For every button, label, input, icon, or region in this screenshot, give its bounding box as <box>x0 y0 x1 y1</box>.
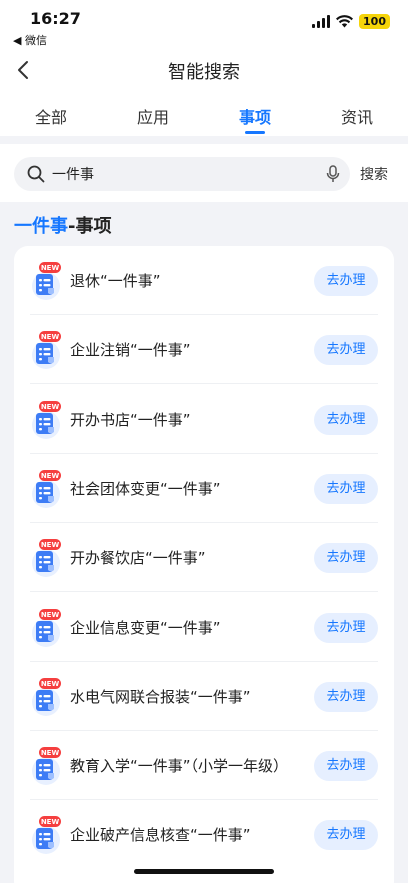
search-row: 搜索 <box>0 144 408 202</box>
matter-title: 企业信息变更“一件事” <box>70 618 221 637</box>
go-handle-button[interactable]: 去办理 <box>314 543 378 574</box>
matter-document-icon: NEW <box>32 262 61 300</box>
list-item[interactable]: NEW 企业注销“一件事” 去办理 <box>14 315 394 385</box>
matter-document-icon: NEW <box>32 747 61 786</box>
matter-document-icon: NEW <box>32 331 61 370</box>
go-handle-button[interactable]: 去办理 <box>314 473 378 504</box>
signal-icon <box>312 15 331 28</box>
list-item[interactable]: NEW 开办书店“一件事” 去办理 <box>14 385 394 454</box>
page-title: 智能搜索 <box>168 62 240 83</box>
search-input[interactable] <box>52 157 322 191</box>
go-handle-button[interactable]: 去办理 <box>314 681 378 712</box>
status-time: 16:27 <box>30 9 81 28</box>
list-item[interactable]: NEW 企业信息变更“一件事” 去办理 <box>14 593 394 662</box>
new-badge: NEW <box>41 541 60 549</box>
matter-title: 社会团体变更“一件事” <box>70 479 221 498</box>
go-handle-button[interactable]: 去办理 <box>314 751 378 782</box>
matter-title: 企业破产信息核查“一件事” <box>70 826 251 845</box>
list-item[interactable]: NEW 教育入学“一件事”（小学一年级） 去办理 <box>14 731 394 801</box>
search-icon <box>27 165 45 183</box>
go-handle-button[interactable]: 去办理 <box>314 266 378 296</box>
status-bar: 16:27 ◀ 微信 100 <box>0 0 408 47</box>
new-badge: NEW <box>41 472 60 480</box>
list-item[interactable]: NEW 社会团体变更“一件事” 去办理 <box>14 454 394 523</box>
list-item[interactable]: NEW 开办餐饮店“一件事” 去办理 <box>14 523 394 593</box>
matter-document-icon: NEW <box>32 816 61 855</box>
new-badge: NEW <box>41 611 60 619</box>
tab-news[interactable]: 资讯 <box>306 94 408 136</box>
list-item[interactable]: NEW 退休“一件事” 去办理 <box>14 246 394 315</box>
matter-document-icon: NEW <box>32 539 61 578</box>
new-badge: NEW <box>41 680 60 688</box>
matter-document-icon: NEW <box>32 469 61 508</box>
new-badge: NEW <box>41 403 60 411</box>
new-badge: NEW <box>41 333 60 341</box>
go-handle-button[interactable]: 去办理 <box>314 404 378 435</box>
microphone-icon[interactable] <box>326 165 340 183</box>
matter-title: 退休“一件事” <box>70 272 161 290</box>
matter-document-icon: NEW <box>32 608 61 647</box>
matter-title: 开办书店“一件事” <box>70 410 191 429</box>
tab-matters[interactable]: 事项 <box>204 94 306 136</box>
search-button[interactable]: 搜索 <box>360 164 388 184</box>
matter-document-icon: NEW <box>32 677 61 716</box>
new-badge: NEW <box>41 749 60 757</box>
category-tabs: 全部 应用 事项 资讯 <box>0 94 408 136</box>
section-title-suffix: -事项 <box>68 216 112 237</box>
go-handle-button[interactable]: 去办理 <box>314 335 378 366</box>
list-item[interactable]: NEW 企业破产信息核查“一件事” 去办理 <box>14 800 394 869</box>
matter-document-icon: NEW <box>32 400 61 439</box>
matter-title: 水电气网联合报装“一件事” <box>70 687 251 706</box>
go-handle-button[interactable]: 去办理 <box>314 612 378 643</box>
tab-apps[interactable]: 应用 <box>102 94 204 136</box>
results-card: NEW 退休“一件事” 去办理 NEW 企业注销“一件事” 去办理 NEW 开办书店“一件事”… <box>14 246 394 883</box>
matter-title: 开办餐饮店“一件事” <box>70 549 206 568</box>
wifi-icon <box>336 15 354 28</box>
matter-title: 教育入学“一件事”（小学一年级） <box>70 757 289 776</box>
list-item[interactable]: NEW 水电气网联合报装“一件事” 去办理 <box>14 662 394 731</box>
search-box <box>14 157 350 191</box>
status-icons: 100 <box>312 14 390 29</box>
section-title: 一件事-事项 <box>14 212 111 238</box>
go-handle-button[interactable]: 去办理 <box>314 820 378 851</box>
matter-title: 企业注销“一件事” <box>70 341 191 360</box>
new-badge: NEW <box>41 819 60 827</box>
home-indicator <box>134 869 274 874</box>
battery-indicator: 100 <box>359 14 390 29</box>
new-badge: NEW <box>41 264 60 272</box>
section-title-keyword: 一件事 <box>14 216 68 237</box>
nav-bar: 智能搜索 <box>0 46 408 94</box>
tab-all[interactable]: 全部 <box>0 94 102 136</box>
